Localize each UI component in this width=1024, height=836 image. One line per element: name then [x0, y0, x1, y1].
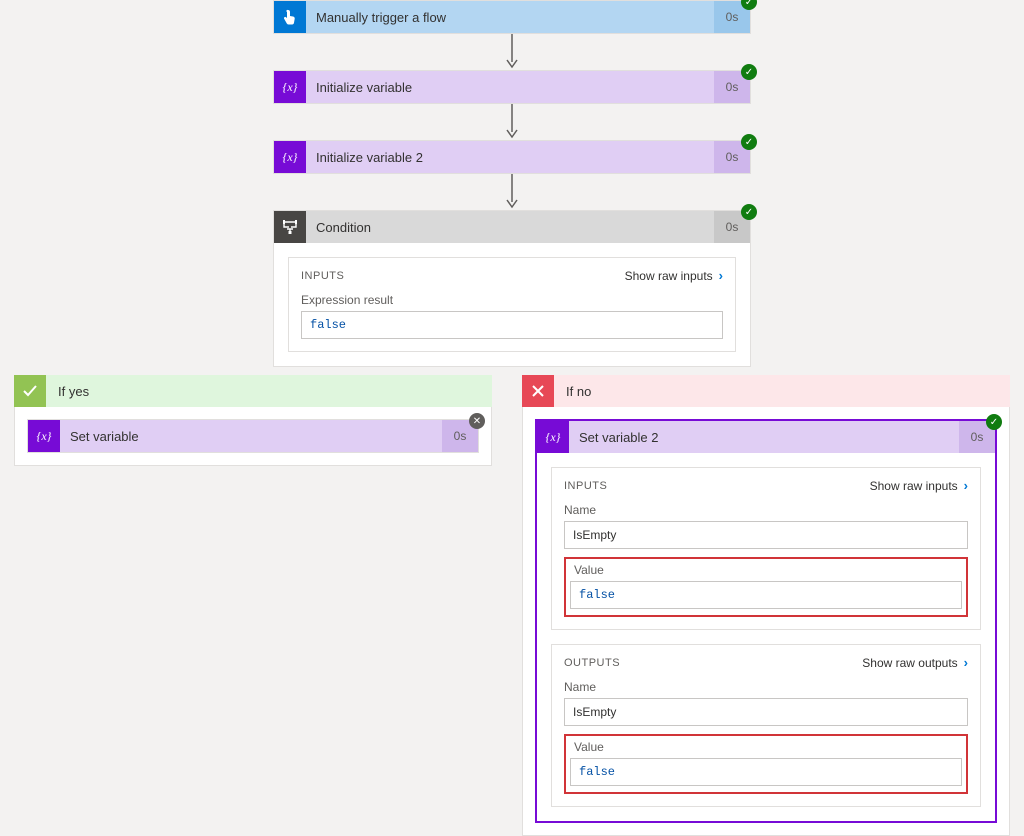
inputs-label: INPUTS — [301, 270, 344, 282]
skipped-icon: ✕ — [469, 413, 485, 429]
variable-icon: {x} — [537, 421, 569, 453]
if-no-branch: If no {x} Set variable 2 0s ✓ — [522, 375, 1010, 836]
set-variable2-title: Set variable 2 — [569, 421, 959, 453]
condition-icon — [274, 211, 306, 243]
svg-text:{x}: {x} — [283, 80, 298, 94]
set-variable-card[interactable]: {x} Set variable 0s ✕ — [27, 419, 479, 453]
chevron-right-icon: › — [964, 478, 968, 493]
variable-icon: {x} — [28, 420, 60, 452]
checkmark-icon: ✓ — [741, 0, 757, 10]
highlight-box: Value false — [564, 557, 968, 617]
variable-icon: {x} — [274, 141, 306, 173]
name-label: Name — [564, 680, 968, 694]
chevron-right-icon: › — [964, 655, 968, 670]
init-variable2-title: Initialize variable 2 — [306, 141, 714, 173]
expression-result-value: false — [301, 311, 723, 339]
inputs-label: INPUTS — [564, 480, 607, 492]
svg-text:{x}: {x} — [283, 150, 298, 164]
set-variable2-card[interactable]: {x} Set variable 2 0s ✓ INPUTS Show ra — [535, 419, 997, 823]
value-value: false — [570, 581, 962, 609]
init-variable2-card[interactable]: {x} Initialize variable 2 0s ✓ — [273, 140, 751, 174]
connector-arrow — [273, 174, 751, 210]
init-variable-card[interactable]: {x} Initialize variable 0s ✓ — [273, 70, 751, 104]
checkmark-icon: ✓ — [741, 134, 757, 150]
show-raw-outputs-link[interactable]: Show raw outputs › — [862, 655, 968, 670]
inputs-panel: INPUTS Show raw inputs › Name IsEmpty — [551, 467, 981, 630]
checkmark-icon: ✓ — [741, 64, 757, 80]
name-value: IsEmpty — [564, 698, 968, 726]
checkmark-icon: ✓ — [741, 204, 757, 220]
set-variable-title: Set variable — [60, 420, 442, 452]
outputs-label: OUTPUTS — [564, 657, 620, 669]
trigger-title: Manually trigger a flow — [306, 1, 714, 33]
trigger-card[interactable]: Manually trigger a flow 0s ✓ — [273, 0, 751, 34]
name-value: IsEmpty — [564, 521, 968, 549]
value-value: false — [570, 758, 962, 786]
svg-text:{x}: {x} — [37, 429, 52, 443]
connector-arrow — [273, 104, 751, 140]
value-label: Value — [574, 740, 962, 754]
name-label: Name — [564, 503, 968, 517]
svg-text:{x}: {x} — [546, 430, 561, 444]
checkmark-icon — [14, 375, 46, 407]
show-raw-inputs-link[interactable]: Show raw inputs › — [625, 268, 723, 283]
show-raw-inputs-link[interactable]: Show raw inputs › — [870, 478, 968, 493]
chevron-right-icon: › — [719, 268, 723, 283]
close-icon — [522, 375, 554, 407]
value-label: Value — [574, 563, 962, 577]
if-yes-header[interactable]: If yes — [14, 375, 492, 407]
if-yes-label: If yes — [58, 384, 89, 399]
inputs-panel: INPUTS Show raw inputs › Expression resu… — [288, 257, 736, 352]
touch-icon — [274, 1, 306, 33]
if-no-header[interactable]: If no — [522, 375, 1010, 407]
checkmark-icon: ✓ — [986, 414, 1002, 430]
connector-arrow — [273, 34, 751, 70]
if-yes-branch: If yes {x} Set variable 0s ✕ — [14, 375, 492, 836]
condition-title: Condition — [306, 211, 714, 243]
if-no-label: If no — [566, 384, 591, 399]
outputs-panel: OUTPUTS Show raw outputs › Name IsEmpty — [551, 644, 981, 807]
init-variable-title: Initialize variable — [306, 71, 714, 103]
highlight-box: Value false — [564, 734, 968, 794]
variable-icon: {x} — [274, 71, 306, 103]
expression-result-label: Expression result — [301, 293, 723, 307]
condition-card[interactable]: Condition 0s ✓ INPUTS Show raw inputs › … — [273, 210, 751, 367]
